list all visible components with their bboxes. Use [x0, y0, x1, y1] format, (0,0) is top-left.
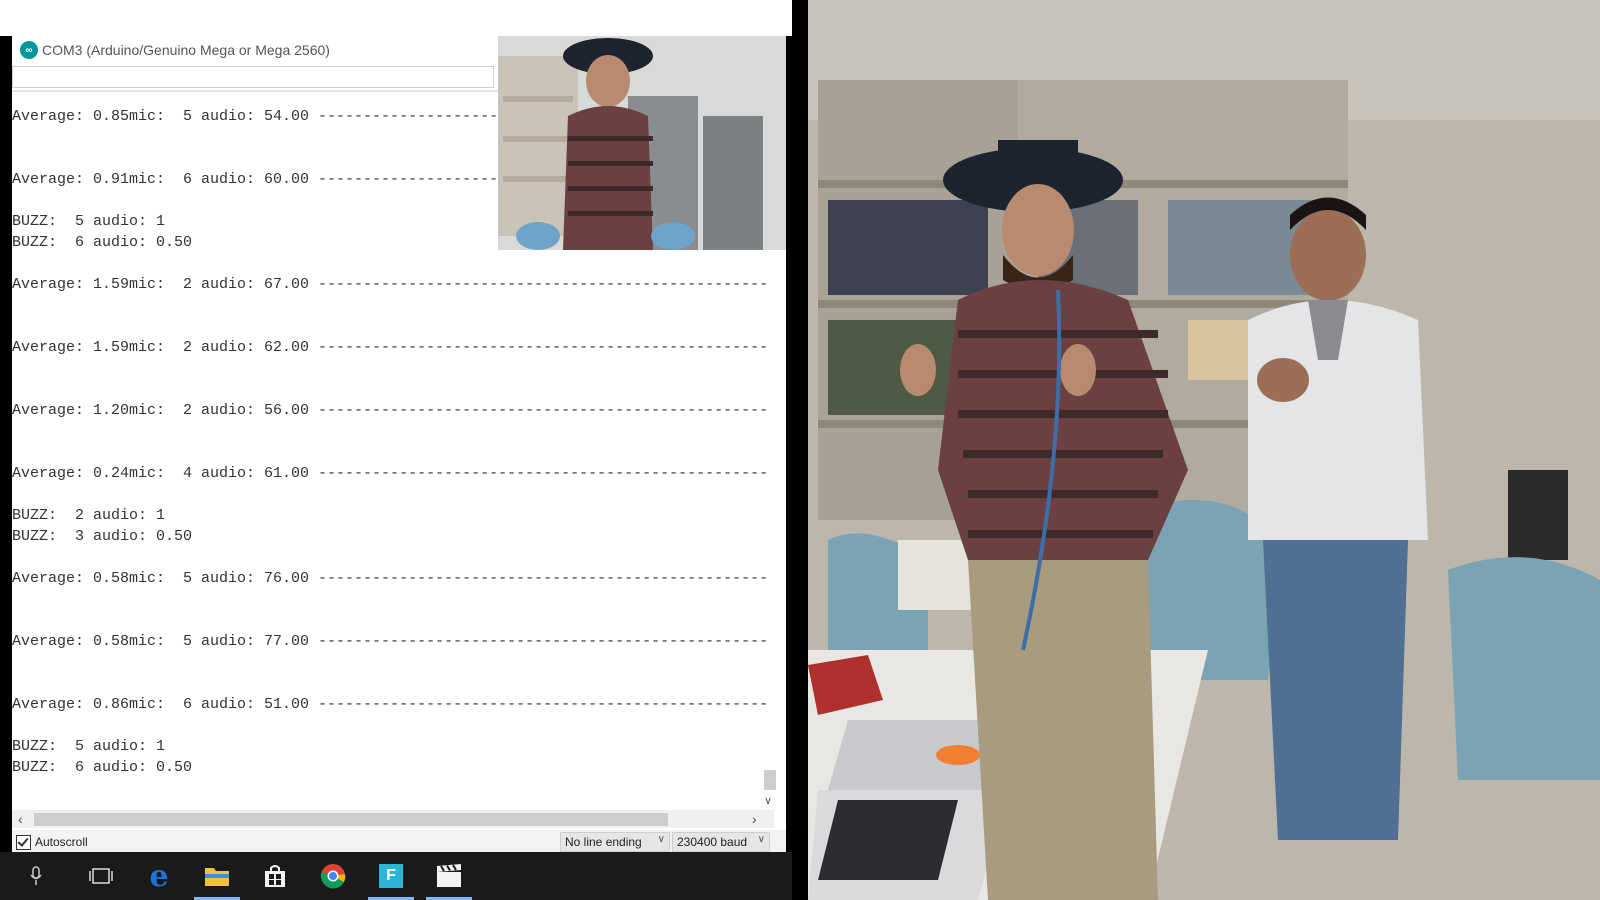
- output-line: Average: 1.20mic: 2 audio: 56.00 -------…: [12, 402, 769, 419]
- f-app-icon[interactable]: F: [362, 852, 420, 900]
- horizontal-scroll-thumb[interactable]: [34, 813, 668, 826]
- output-line: BUZZ: 6 audio: 0.50: [12, 234, 193, 251]
- baud-rate-value: 230400 baud: [677, 835, 748, 849]
- output-line: BUZZ: 5 audio: 1: [12, 213, 166, 230]
- camera-feed: [808, 0, 1600, 900]
- autoscroll-label: Autoscroll: [35, 835, 88, 849]
- left-pane: ∞ COM3 (Arduino/Genuino Mega or Mega 256…: [0, 0, 792, 900]
- vertical-scroll-thumb[interactable]: [764, 770, 776, 790]
- output-line: Average: 0.58mic: 5 audio: 76.00 -------…: [12, 570, 769, 587]
- scroll-left-icon[interactable]: ‹: [18, 811, 23, 827]
- horizontal-scrollbar[interactable]: ‹ ›: [12, 810, 774, 828]
- autoscroll-checkbox[interactable]: [16, 834, 31, 850]
- chevron-down-icon: ∨: [757, 834, 765, 845]
- windows-taskbar: e F: [0, 852, 792, 900]
- output-line: Average: 1.59mic: 2 audio: 62.00 -------…: [12, 339, 769, 356]
- output-line: Average: 1.59mic: 2 audio: 67.00 -------…: [12, 276, 769, 293]
- arduino-logo-icon: ∞: [20, 41, 38, 59]
- output-line: Average: 0.86mic: 6 audio: 51.00 -------…: [12, 696, 769, 713]
- baud-rate-select[interactable]: 230400 baud ∨: [672, 832, 770, 852]
- serial-monitor-footer: Autoscroll No line ending ∨ 230400 baud …: [12, 830, 786, 854]
- classroom-scene-image: [808, 0, 1600, 900]
- line-ending-value: No line ending: [565, 835, 642, 849]
- output-line: BUZZ: 2 audio: 1: [12, 507, 166, 524]
- line-ending-select[interactable]: No line ending ∨: [560, 832, 670, 852]
- store-icon[interactable]: [246, 852, 304, 900]
- output-line: BUZZ: 6 audio: 0.50: [12, 759, 193, 776]
- vertical-scrollbar[interactable]: ∨: [762, 770, 776, 810]
- chrome-icon[interactable]: [304, 852, 362, 900]
- chevron-down-icon: ∨: [657, 834, 665, 845]
- microphone-icon[interactable]: [0, 852, 72, 900]
- video-editor-icon[interactable]: [420, 852, 478, 900]
- file-explorer-icon[interactable]: [188, 852, 246, 900]
- output-line: BUZZ: 5 audio: 1: [12, 738, 166, 755]
- output-line: Average: 0.24mic: 4 audio: 61.00 -------…: [12, 465, 769, 482]
- serial-send-input[interactable]: [12, 66, 494, 88]
- output-line: Average: 0.58mic: 5 audio: 77.00 -------…: [12, 633, 769, 650]
- edge-icon[interactable]: e: [130, 852, 188, 900]
- scroll-right-icon[interactable]: ›: [752, 811, 757, 827]
- window-title: COM3 (Arduino/Genuino Mega or Mega 2560): [42, 42, 330, 58]
- webcam-overlay: [498, 36, 786, 250]
- top-white-strip: [0, 0, 792, 36]
- webcam-image: [498, 36, 786, 250]
- scroll-down-icon[interactable]: ∨: [764, 794, 772, 807]
- output-line: BUZZ: 3 audio: 0.50: [12, 528, 193, 545]
- task-view-icon[interactable]: [72, 852, 130, 900]
